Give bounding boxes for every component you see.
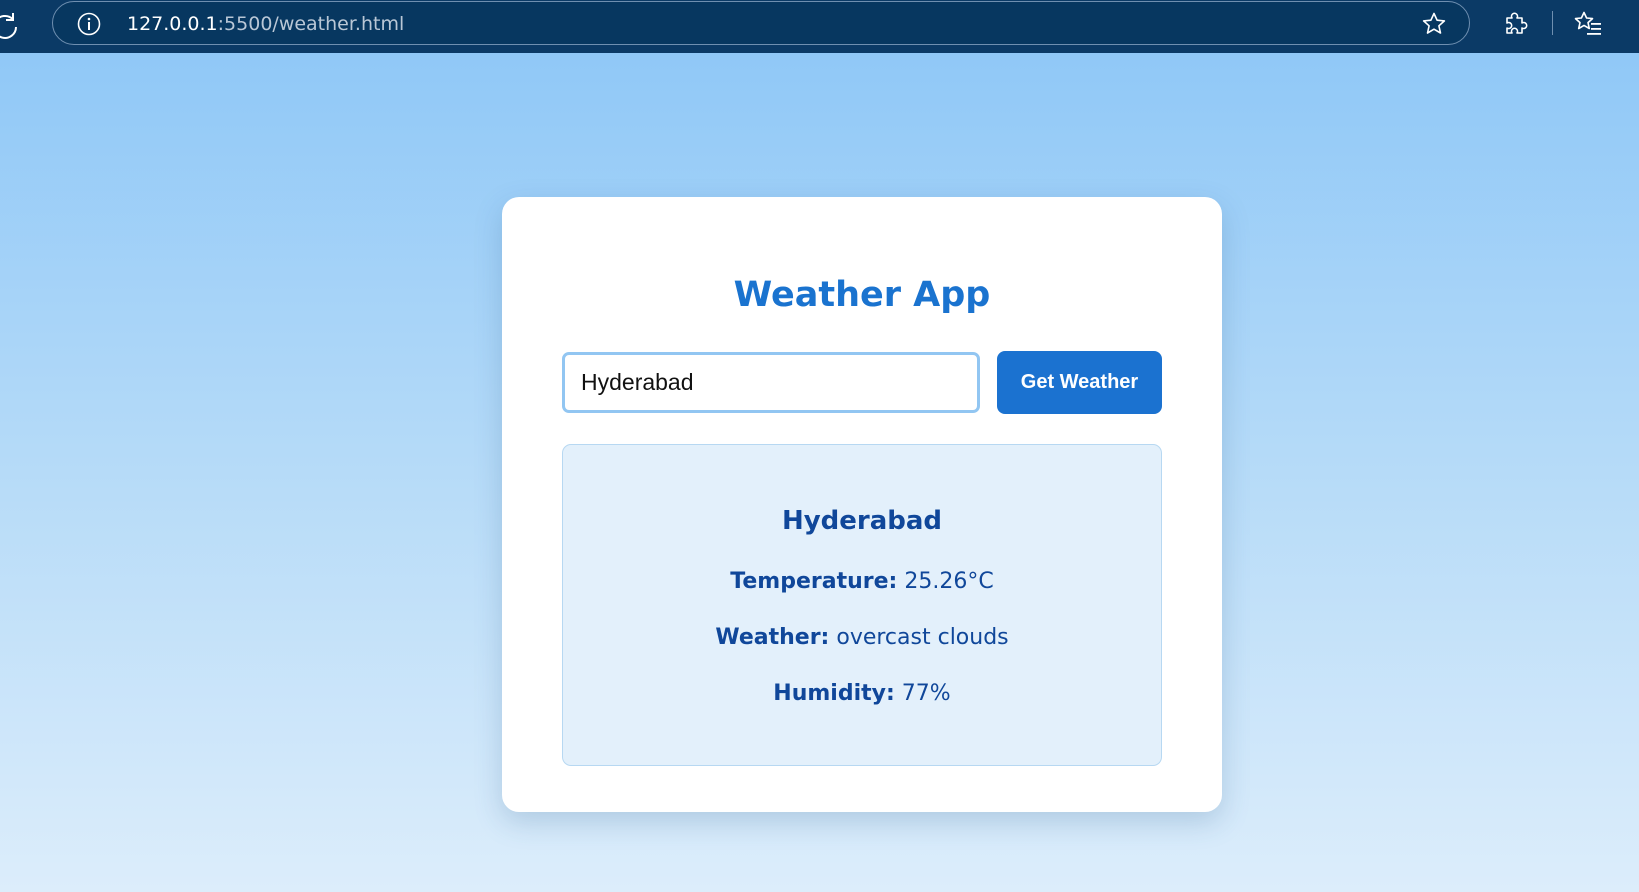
url-path: :5500/weather.html [217, 13, 405, 35]
result-city-name: Hyderabad [781, 506, 943, 536]
humidity-row: Humidity: 77% [563, 679, 1161, 709]
weather-card: Weather App Get Weather Hyderabad Temper… [502, 197, 1222, 812]
url-host: 127.0.0.1 [127, 13, 218, 35]
extensions-icon[interactable] [1502, 10, 1528, 36]
temperature-row: Temperature: 25.26°C [563, 567, 1161, 597]
app-title: Weather App [733, 275, 991, 315]
favorite-star-icon[interactable] [1421, 11, 1447, 37]
humidity-value: 77% [901, 681, 951, 706]
humidity-label: Humidity: [773, 681, 895, 706]
favorites-list-icon[interactable] [1574, 10, 1602, 36]
address-bar[interactable]: 127.0.0.1:5500/weather.html [52, 1, 1470, 45]
weather-value: overcast clouds [836, 625, 1009, 650]
temperature-value: 25.26°C [904, 569, 994, 594]
toolbar-divider [1552, 11, 1553, 35]
temperature-label: Temperature: [730, 569, 898, 594]
city-search-input[interactable] [562, 352, 980, 413]
weather-label: Weather: [715, 625, 830, 650]
url-text[interactable]: 127.0.0.1:5500/weather.html [127, 12, 404, 36]
page-background: Weather App Get Weather Hyderabad Temper… [0, 53, 1639, 892]
browser-toolbar: 127.0.0.1:5500/weather.html [0, 0, 1639, 53]
site-info-icon[interactable] [77, 12, 101, 36]
weather-row: Weather: overcast clouds [563, 623, 1161, 653]
weather-result-panel: Hyderabad Temperature: 25.26°C Weather: … [562, 444, 1162, 766]
get-weather-button[interactable]: Get Weather [997, 351, 1162, 414]
reload-icon[interactable] [0, 10, 22, 44]
